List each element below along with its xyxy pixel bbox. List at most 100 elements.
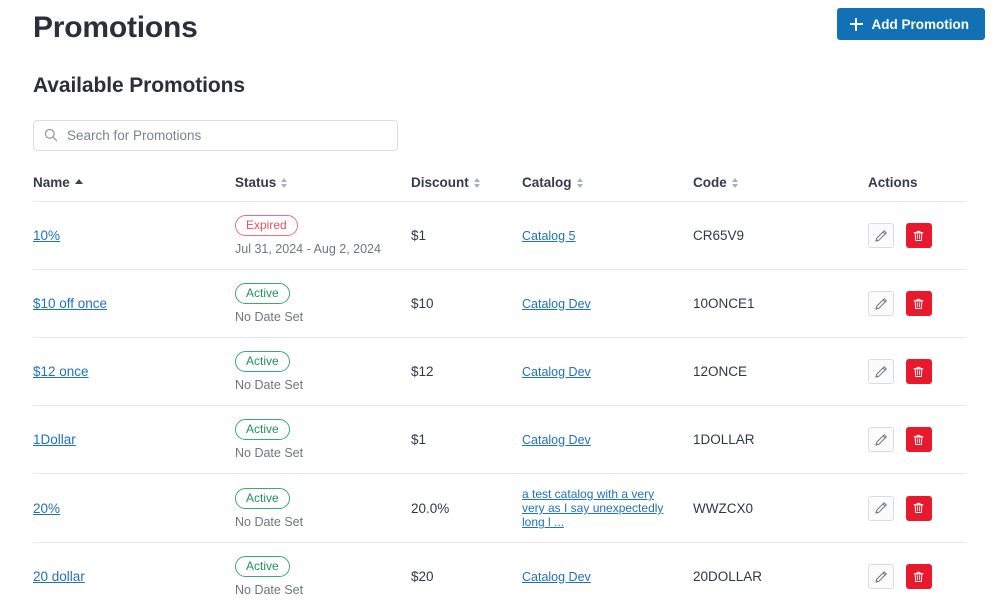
pencil-icon	[875, 502, 887, 514]
catalog-link[interactable]: Catalog Dev	[522, 297, 591, 312]
pencil-icon	[875, 365, 887, 378]
discount-value: $1	[411, 432, 427, 447]
column-header-status[interactable]: Status	[235, 175, 411, 202]
cell-name: 10%	[33, 201, 235, 270]
trash-icon	[913, 230, 924, 241]
column-header-discount[interactable]: Discount	[411, 175, 522, 202]
code-value: WWZCX0	[693, 500, 753, 516]
catalog-link[interactable]: Catalog Dev	[522, 365, 591, 380]
table-header-row: Name Status Discount Catalog Code Action…	[33, 175, 966, 202]
status-dates: No Date Set	[235, 583, 304, 597]
discount-value: $10	[411, 296, 434, 311]
code-value: 12ONCE	[693, 364, 748, 379]
cell-actions	[868, 405, 966, 474]
cell-actions	[868, 269, 966, 338]
delete-button[interactable]	[905, 427, 932, 452]
cell-discount: $10	[411, 269, 522, 338]
column-label-status: Status	[235, 175, 277, 190]
promotion-name-link[interactable]: 10%	[33, 228, 60, 243]
section-title: Available Promotions	[33, 74, 245, 97]
catalog-link[interactable]: Catalog Dev	[522, 570, 591, 585]
cell-code: 12ONCE	[693, 337, 868, 406]
sort-none-icon	[281, 177, 288, 189]
cell-actions	[868, 542, 966, 604]
cell-code: CR65V9	[693, 201, 868, 270]
cell-name: 20%	[33, 473, 235, 543]
cell-name: 1Dollar	[33, 405, 235, 474]
column-label-actions: Actions	[868, 175, 918, 190]
delete-button[interactable]	[905, 564, 932, 589]
catalog-link[interactable]: Catalog 5	[522, 229, 576, 244]
pencil-icon	[875, 570, 887, 583]
column-header-catalog[interactable]: Catalog	[522, 175, 693, 202]
status-badge: Active	[235, 487, 290, 509]
code-value: 20DOLLAR	[693, 569, 763, 584]
code-value: 10ONCE1	[693, 296, 755, 311]
status-badge: Active	[235, 351, 290, 372]
pencil-icon	[875, 433, 887, 446]
discount-value: 20.0%	[411, 500, 450, 516]
table-body: 10% Expired Jul 31, 2024 - Aug 2, 2024 $…	[33, 201, 966, 604]
catalog-link[interactable]: Catalog Dev	[522, 433, 591, 448]
discount-value: $20	[411, 569, 434, 584]
search-input[interactable]	[33, 120, 398, 151]
cell-status: Active No Date Set	[235, 542, 411, 604]
trash-icon	[913, 434, 924, 445]
code-value: CR65V9	[693, 228, 745, 243]
edit-button[interactable]	[868, 359, 894, 384]
cell-catalog: Catalog 5	[522, 201, 693, 270]
sort-none-icon	[473, 177, 481, 189]
sort-none-icon	[731, 177, 739, 189]
status-dates: No Date Set	[235, 446, 304, 460]
cell-name: $12 once	[33, 337, 235, 406]
column-label-name: Name	[33, 175, 70, 190]
delete-button[interactable]	[905, 291, 932, 316]
column-label-code: Code	[693, 175, 727, 190]
edit-button[interactable]	[868, 427, 894, 452]
status-dates: Jul 31, 2024 - Aug 2, 2024	[235, 242, 381, 256]
page-title: Promotions	[33, 11, 198, 44]
column-header-code[interactable]: Code	[693, 175, 868, 202]
table-row: $12 once Active No Date Set $12 Catalog …	[33, 337, 966, 406]
search-container	[33, 120, 398, 151]
edit-button[interactable]	[868, 495, 894, 521]
add-promotion-label: Add Promotion	[871, 16, 970, 32]
discount-value: $1	[411, 228, 427, 243]
cell-catalog: Catalog Dev	[522, 269, 693, 338]
promotion-name-link[interactable]: $10 off once	[33, 296, 107, 311]
cell-discount: $1	[411, 201, 522, 270]
promotion-name-link[interactable]: 20%	[33, 501, 60, 516]
cell-discount: $20	[411, 542, 522, 604]
edit-button[interactable]	[868, 291, 894, 316]
edit-button[interactable]	[868, 564, 894, 589]
cell-actions	[868, 473, 966, 543]
cell-status: Active No Date Set	[235, 473, 411, 543]
cell-status: Active No Date Set	[235, 405, 411, 474]
delete-button[interactable]	[905, 223, 932, 248]
promotions-page: Promotions Add Promotion Available Promo…	[0, 0, 999, 604]
promotion-name-link[interactable]: 20 dollar	[33, 569, 85, 584]
cell-actions	[868, 337, 966, 406]
trash-icon	[913, 571, 924, 582]
cell-code: WWZCX0	[693, 473, 868, 543]
cell-code: 1DOLLAR	[693, 405, 868, 474]
status-dates: No Date Set	[235, 378, 304, 392]
cell-status: Active No Date Set	[235, 337, 411, 406]
status-dates: No Date Set	[235, 310, 304, 324]
add-promotion-button[interactable]: Add Promotion	[836, 8, 985, 40]
edit-button[interactable]	[868, 223, 894, 248]
code-value: 1DOLLAR	[693, 432, 755, 447]
status-badge: Expired	[235, 215, 298, 236]
cell-discount: 20.0%	[411, 473, 522, 543]
trash-icon	[913, 366, 924, 377]
catalog-link[interactable]: a test catalog with a very very as I say…	[522, 487, 680, 529]
cell-catalog: Catalog Dev	[522, 542, 693, 604]
promotion-name-link[interactable]: 1Dollar	[33, 432, 76, 447]
promotion-name-link[interactable]: $12 once	[33, 364, 89, 379]
status-badge: Active	[235, 283, 290, 304]
cell-catalog: Catalog Dev	[522, 337, 693, 406]
delete-button[interactable]	[905, 495, 932, 521]
column-header-name[interactable]: Name	[33, 175, 235, 202]
cell-name: 20 dollar	[33, 542, 235, 604]
delete-button[interactable]	[905, 359, 932, 384]
